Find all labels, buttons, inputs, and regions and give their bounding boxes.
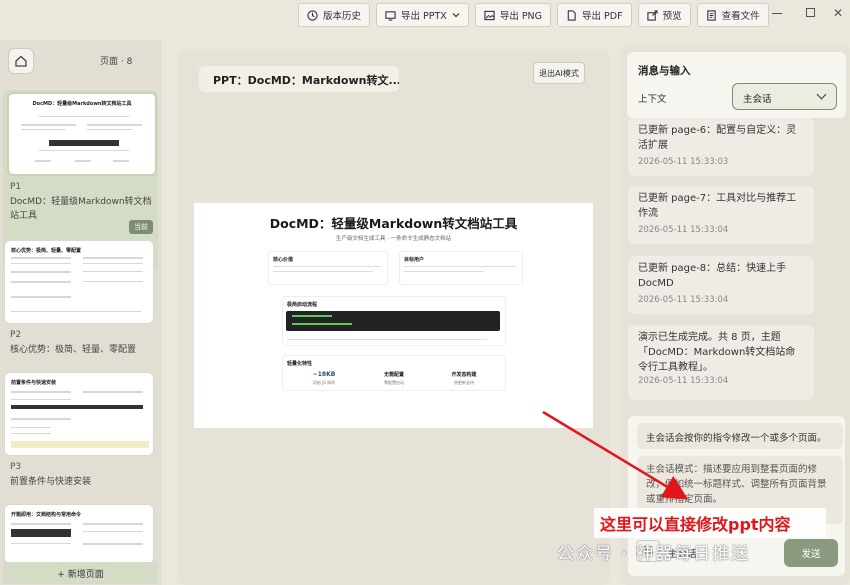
slide-title: DocMD：轻量级Markdown转文档站工具 [10,197,152,221]
ppt-title: PPT：DocMD：Markdown转文... [199,66,399,92]
thumbnail-title: 前置条件与快速安装 [11,380,57,386]
message-time: 2026-05-11 15:33:04 [638,225,729,235]
stat-label: 热更新支持 [454,380,474,385]
slide-title: 核心优势：极简、轻量、零配置 [10,345,137,355]
context-select-value: 主会话 [743,94,772,105]
slide-thumbnail-1[interactable]: DocMD：轻量级Markdown转文档站工具 [7,92,157,176]
file-icon [706,9,716,21]
home-button[interactable] [8,48,34,74]
slide-card-users: 目标用户 [399,251,523,285]
close-window-button[interactable]: ✕ [833,7,843,19]
panel-title: 消息与输入 [638,65,691,77]
slide-number: P3 [10,462,22,472]
slide-card-value: 核心价值 [268,251,388,285]
monitor-icon [385,10,396,21]
message-text: 演示已生成完成。共 8 页，主题「DocMD：Markdown转文档站命令行工具… [638,332,796,373]
page-count-label: 页面 · 8 [100,57,133,67]
send-button[interactable]: 发送 [784,539,838,567]
maximize-window-button[interactable] [806,8,815,17]
export-png-button[interactable]: 导出 PNG [474,3,552,27]
card-heading: 轻量化特性 [287,361,313,367]
stat-value: 无需配置 [383,372,404,378]
message-time: 2026-05-11 15:33:03 [638,157,729,167]
stat-bundle-size: ~18KB 初始 JS 体积 [294,371,354,386]
card-heading: 核心价值 [273,257,294,263]
image-icon [484,10,495,20]
slide-thumbnail-3[interactable]: 前置条件与快速安装 [4,372,154,456]
export-pdf-button[interactable]: 导出 PDF [557,3,632,27]
card-heading: 目标用户 [404,257,425,263]
document-icon [567,9,576,21]
minimize-window-button[interactable] [772,13,782,14]
slide-number: P1 [10,182,22,192]
message-item: 已更新 page-6：配置与自定义：灵活扩展 2026-05-11 15:33:… [628,118,814,176]
stat-label: 零配置启动 [384,380,404,385]
message-item: 已更新 page-8：总结：快速上手 DocMD 2026-05-11 15:3… [628,256,814,314]
add-page-button[interactable]: + 新增页面 [3,562,158,584]
slide-preview[interactable]: DocMD：轻量级Markdown转文档站工具 生产级文档生成工具 · 一条命令… [194,203,593,428]
export-png-label: 导出 PNG [499,11,543,22]
annotation-label: 这里可以直接修改ppt内容 [594,508,826,538]
message-time: 2026-05-11 15:33:04 [638,376,729,386]
message-time: 2026-05-11 15:33:04 [638,295,729,305]
message-text: 已更新 page-8：总结：快速上手 DocMD [638,263,787,289]
slide-thumbnail-4[interactable]: 开箱即用：文档结构与常用命令 [4,504,154,564]
message-item: 已更新 page-7：工具对比与推荐工作流 2026-05-11 15:33:0… [628,186,814,244]
stat-zero-config: 无需配置 零配置启动 [364,371,424,386]
message-text: 已更新 page-6：配置与自定义：灵活扩展 [638,125,797,151]
external-link-icon [646,9,658,21]
stat-value: 开发态构建 [451,372,477,378]
context-select[interactable]: 主会话 [732,83,837,110]
thumbnail-title: DocMD：轻量级Markdown转文档站工具 [32,101,132,107]
watermark: 公众号 · 神器每日推送 [557,544,751,564]
view-file-label: 查看文件 [721,11,760,22]
history-icon [307,9,318,21]
context-label: 上下文 [638,94,667,105]
version-history-label: 版本历史 [323,11,362,22]
card-heading: 极简启动流程 [287,302,318,308]
exit-ai-mode-button[interactable]: 退出AI模式 [533,62,585,84]
message-item: 演示已生成完成。共 8 页，主题「DocMD：Markdown转文档站命令行工具… [628,325,814,400]
stat-dev-build: 开发态构建 热更新支持 [434,371,494,386]
preview-label: 预览 [662,11,682,22]
slide-subtitle: 生产级文档生成工具 · 一条命令生成静态文档站 [335,236,452,242]
stat-label: 初始 JS 体积 [312,380,336,385]
view-file-button[interactable]: 查看文件 [696,3,769,27]
code-block [286,311,500,331]
slide-number: P2 [10,330,22,340]
slide-title: 前置条件与快速安装 [10,477,92,487]
session-hint: 主会话会按你的指令修改一个或多个页面。 [637,423,843,449]
message-text: 已更新 page-7：工具对比与推荐工作流 [638,193,797,219]
top-toolbar: 版本历史 导出 PPTX 导出 PNG 导出 PDF 预览 查看文件 [298,3,769,27]
thumbnail-title: 核心优势：极简、轻量、零配置 [11,248,82,254]
export-pptx-label: 导出 PPTX [401,11,447,22]
slide-heading: DocMD：轻量级Markdown转文档站工具 [269,216,518,231]
slides-sidebar: 页面 · 8 DocMD：轻量级Markdown转文档站工具 P1 DocMD：… [0,40,162,585]
preview-button[interactable]: 预览 [637,3,691,27]
stat-value: ~18KB [312,371,336,378]
export-pptx-button[interactable]: 导出 PPTX [376,3,469,27]
chevron-down-icon [816,89,827,100]
current-badge: 当前 [129,220,153,234]
home-icon [15,55,27,67]
export-pdf-label: 导出 PDF [582,11,623,22]
chevron-down-icon [452,13,460,18]
thumbnail-title: 开箱即用：文档结构与常用命令 [11,512,82,518]
slide-thumbnail-2[interactable]: 核心优势：极简、轻量、零配置 [4,240,154,324]
version-history-button[interactable]: 版本历史 [298,3,371,27]
